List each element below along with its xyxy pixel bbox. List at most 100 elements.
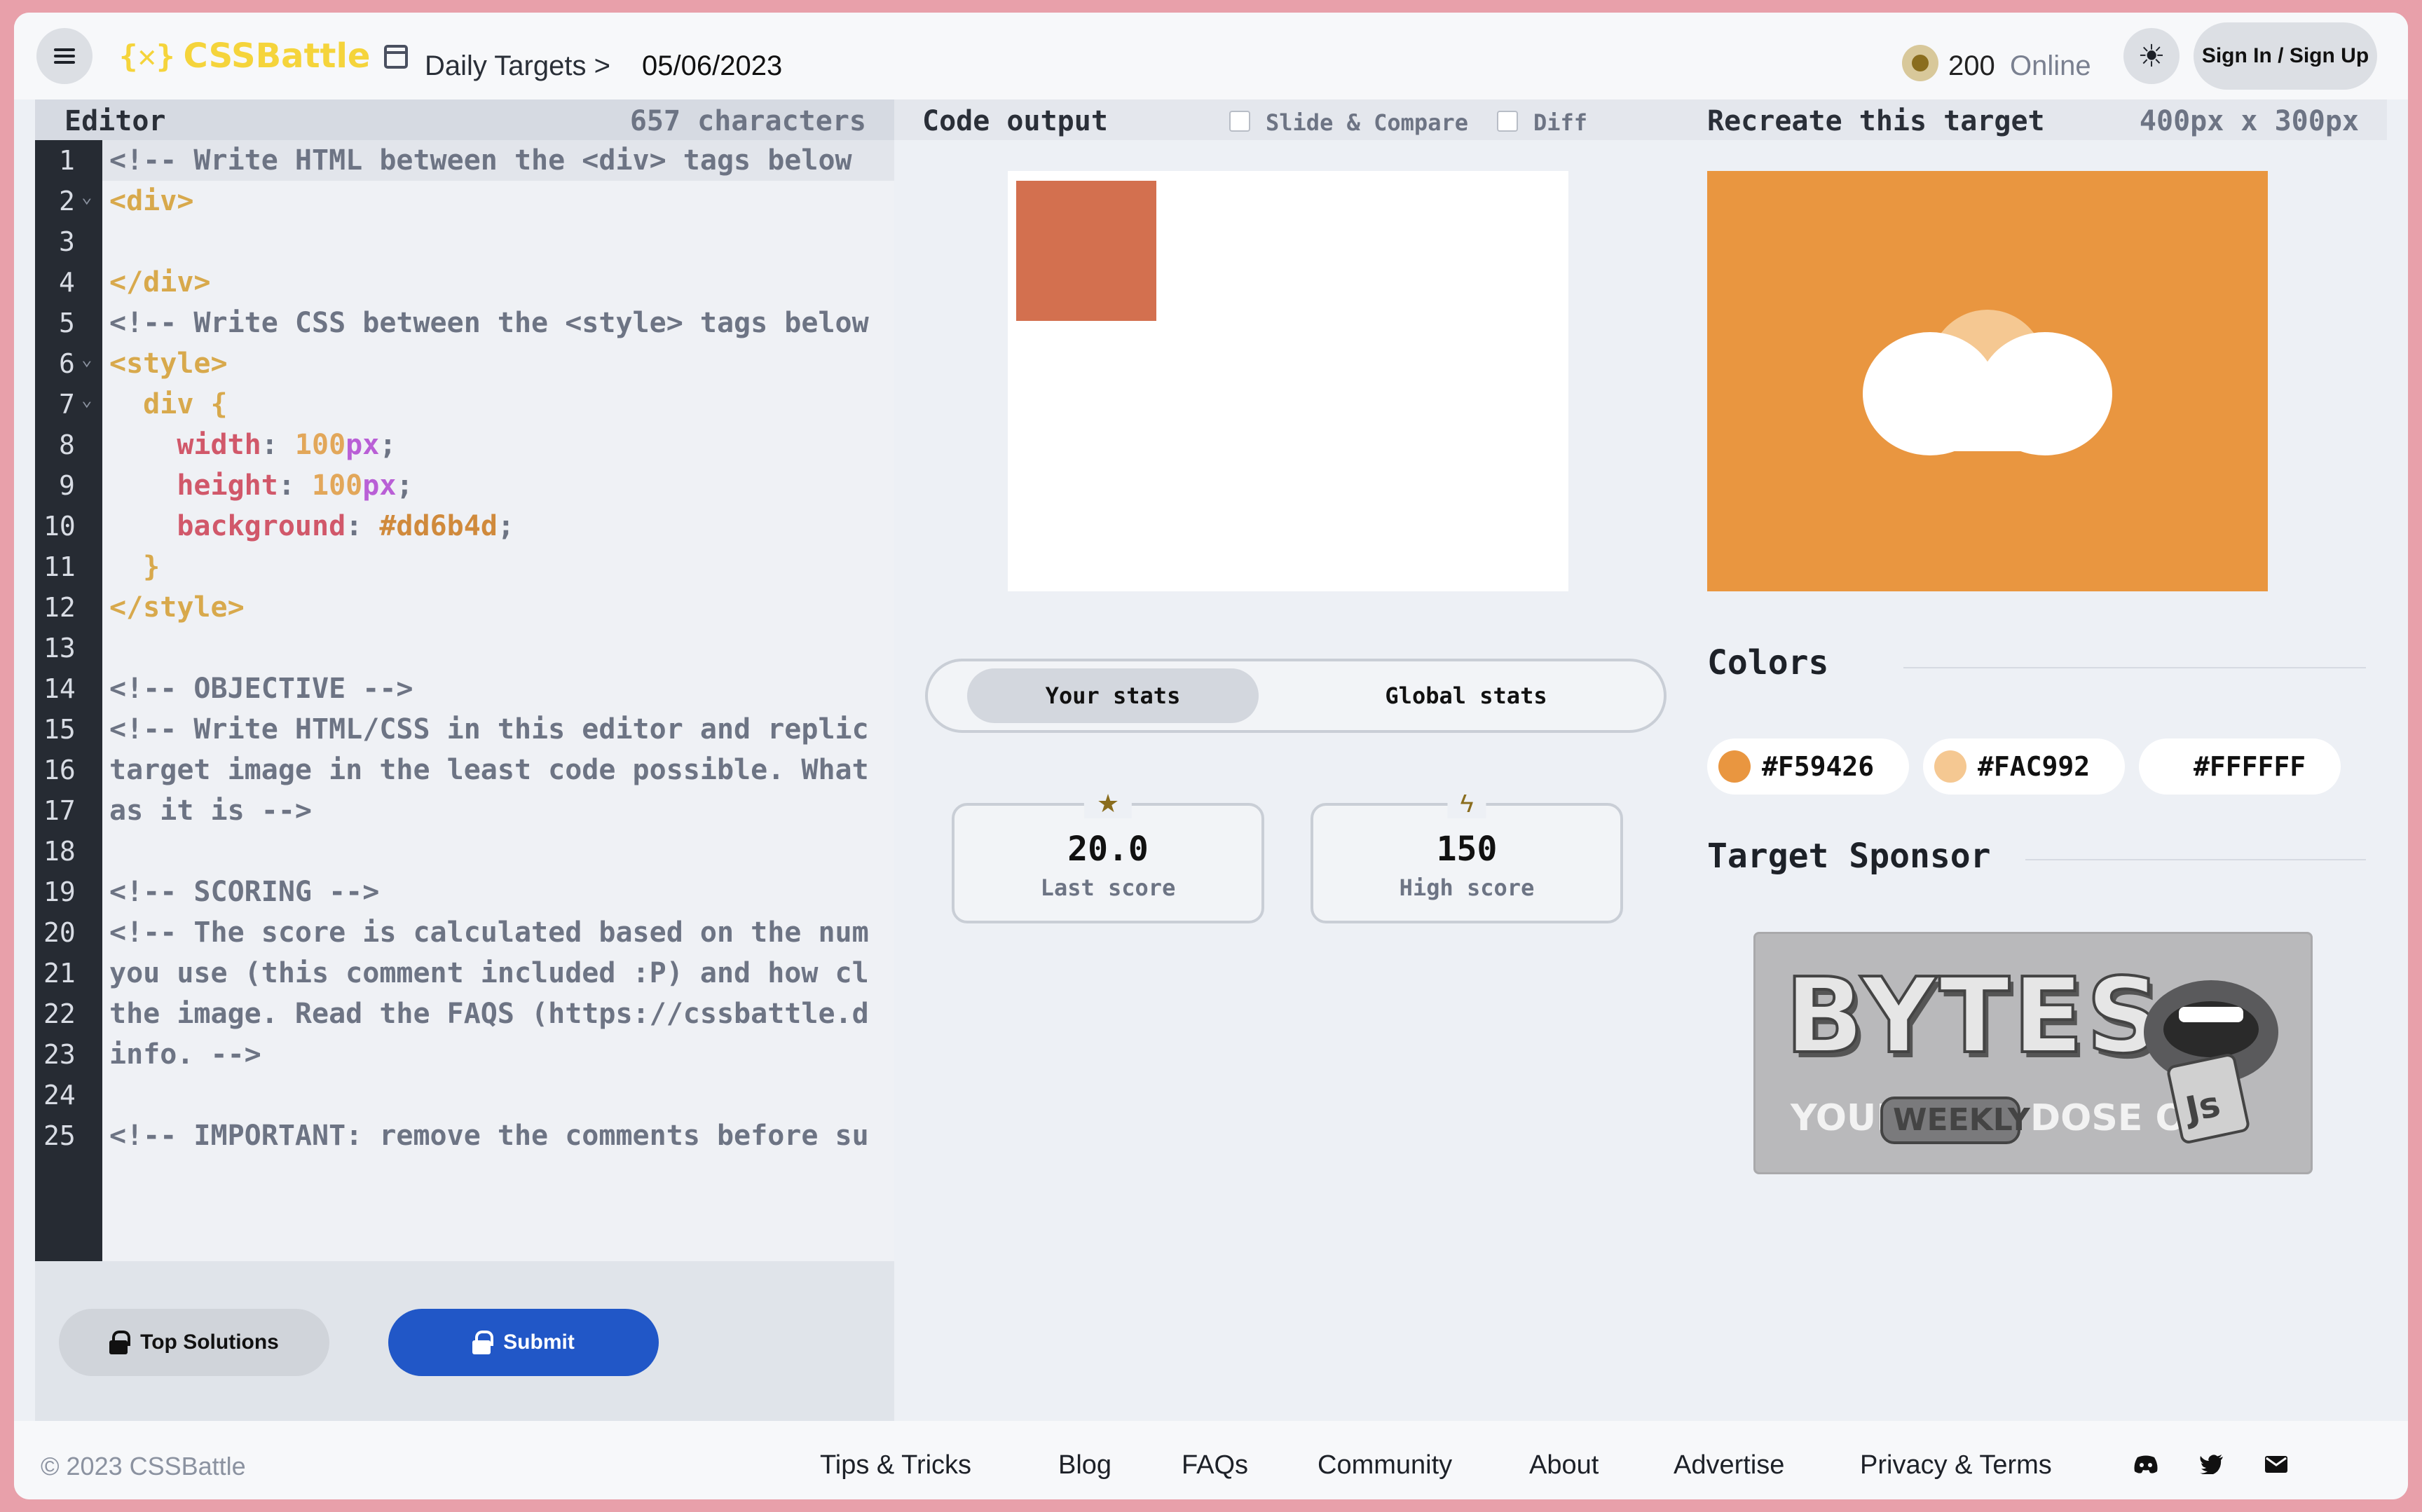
line-number: 19 xyxy=(43,877,76,907)
line-number: 4 xyxy=(59,267,75,298)
code-line: the image. Read the FAQS (https://cssbat… xyxy=(109,998,869,1030)
character-count: 657 characters xyxy=(629,105,866,137)
line-number: 21 xyxy=(43,958,76,989)
code-line: div { xyxy=(109,388,228,420)
logo-text: CSSBattle xyxy=(183,36,371,76)
color-swatch[interactable]: #FFFFFF xyxy=(2139,738,2341,795)
line-gutter: 1 2 3 4 5 6 7 8 9 10 11 12 13 14 15 16 1… xyxy=(35,140,102,1261)
tab-global-stats[interactable]: Global stats xyxy=(1320,668,1612,723)
tab-your-stats[interactable]: Your stats xyxy=(967,668,1259,723)
line-number: 1 xyxy=(59,145,75,176)
footer-link-advertise[interactable]: Advertise xyxy=(1674,1450,1784,1480)
output-header: Code output Slide & Compare Diff xyxy=(894,99,1682,140)
line-number: 2 xyxy=(35,177,102,221)
target-shape xyxy=(1863,310,2112,455)
line-number: 24 xyxy=(43,1080,76,1111)
slide-compare-label[interactable]: Slide & Compare xyxy=(1266,109,1468,136)
code-line: height: 100px; xyxy=(109,469,413,502)
high-score-card: ϟ 150 High score xyxy=(1311,789,1623,923)
diff-checkbox[interactable] xyxy=(1497,111,1518,132)
code-line: target image in the least code possible.… xyxy=(109,754,869,786)
code-line: width: 100px; xyxy=(109,429,397,461)
star-icon: ★ xyxy=(1083,789,1133,818)
footer-link-faqs[interactable]: FAQs xyxy=(1182,1450,1248,1480)
app-window: {✕} CSSBattle Daily Targets > 05/06/2023… xyxy=(14,13,2408,1499)
code-line: info. --> xyxy=(109,1038,261,1071)
diff-label[interactable]: Diff xyxy=(1533,109,1587,136)
menu-button[interactable] xyxy=(36,28,93,84)
code-line: </style> xyxy=(109,591,245,624)
output-square xyxy=(1016,181,1156,321)
last-score-value: 20.0 xyxy=(1067,830,1149,869)
output-title: Code output xyxy=(922,105,1108,137)
color-swatch[interactable]: #FAC992 xyxy=(1923,738,2125,795)
target-image[interactable] xyxy=(1707,171,2268,591)
high-score-value: 150 xyxy=(1436,830,1498,869)
footer-link-about[interactable]: About xyxy=(1529,1450,1599,1480)
editor-panel: Editor 657 characters 1 2 3 4 5 6 7 8 9 … xyxy=(35,99,894,1436)
color-dot xyxy=(1718,750,1751,783)
logo[interactable]: {✕} CSSBattle xyxy=(119,31,370,81)
line-number: 13 xyxy=(43,633,76,664)
color-hex: #F59426 xyxy=(1762,751,1875,782)
target-title: Recreate this target xyxy=(1707,105,2045,137)
sponsor-banner[interactable]: BYTES BYTES YOUR WEEKLY DOSE OF Js xyxy=(1753,932,2313,1174)
line-number: 20 xyxy=(43,917,76,948)
footer-link-community[interactable]: Community xyxy=(1318,1450,1452,1480)
code-line: <!-- IMPORTANT: remove the comments befo… xyxy=(109,1120,869,1152)
color-hex: #FFFFFF xyxy=(2194,751,2306,782)
theme-toggle-button[interactable]: ☀ xyxy=(2123,28,2180,84)
line-number: 11 xyxy=(43,551,76,582)
top-solutions-button[interactable]: Top Solutions xyxy=(59,1309,329,1376)
high-score-label: High score xyxy=(1399,874,1535,901)
color-dot xyxy=(1934,750,1966,783)
code-output-canvas[interactable] xyxy=(1008,171,1568,591)
colors-title: Colors xyxy=(1707,643,1829,682)
submit-button[interactable]: Submit xyxy=(388,1309,659,1376)
submit-label: Submit xyxy=(503,1331,575,1354)
line-number: 23 xyxy=(43,1039,76,1070)
stats-toggle: Your stats Global stats xyxy=(925,659,1667,733)
code-line: </div> xyxy=(109,266,211,298)
code-editor[interactable]: <!-- Write HTML between the <div> tags b… xyxy=(102,140,894,1261)
line-number: 16 xyxy=(43,755,76,785)
sign-in-button[interactable]: Sign In / Sign Up xyxy=(2194,22,2377,90)
footer-link-tips[interactable]: Tips & Tricks xyxy=(820,1450,971,1480)
online-count: 200 xyxy=(1948,50,1995,81)
lock-icon xyxy=(109,1331,131,1354)
target-size: 400px x 300px xyxy=(2139,105,2359,137)
sponsor-title: Target Sponsor xyxy=(1707,837,1991,876)
top-header: {✕} CSSBattle Daily Targets > 05/06/2023… xyxy=(14,13,2408,99)
line-number: 14 xyxy=(43,673,76,704)
line-number: 15 xyxy=(43,714,76,745)
hamburger-icon xyxy=(54,48,75,64)
color-swatch[interactable]: #F59426 xyxy=(1707,738,1909,795)
code-line: <!-- SCORING --> xyxy=(109,876,380,908)
copyright: © 2023 CSSBattle xyxy=(41,1452,246,1480)
line-number: 3 xyxy=(59,226,75,257)
breadcrumb-daily-targets[interactable]: Daily Targets > xyxy=(425,50,610,82)
code-line: <!-- OBJECTIVE --> xyxy=(109,673,413,705)
mail-icon[interactable] xyxy=(2261,1449,2292,1480)
editor-footer: Top Solutions Submit xyxy=(35,1261,894,1436)
line-number: 12 xyxy=(43,592,76,623)
code-line: as it is --> xyxy=(109,795,312,827)
top-solutions-label: Top Solutions xyxy=(140,1331,279,1354)
line-number: 25 xyxy=(43,1120,76,1151)
slide-compare-checkbox[interactable] xyxy=(1229,111,1250,132)
line-number: 22 xyxy=(43,998,76,1029)
line-number: 17 xyxy=(43,795,76,826)
twitter-icon[interactable] xyxy=(2196,1449,2227,1480)
footer-link-privacy[interactable]: Privacy & Terms xyxy=(1860,1450,2052,1480)
colors-divider xyxy=(1903,667,2366,668)
code-line: you use (this comment included :P) and h… xyxy=(109,957,869,989)
discord-icon[interactable] xyxy=(2130,1449,2161,1480)
editor-title: Editor xyxy=(64,105,166,137)
online-label: Online xyxy=(2010,50,2091,81)
footer-link-blog[interactable]: Blog xyxy=(1058,1450,1111,1480)
last-score-card: ★ 20.0 Last score xyxy=(952,789,1264,923)
